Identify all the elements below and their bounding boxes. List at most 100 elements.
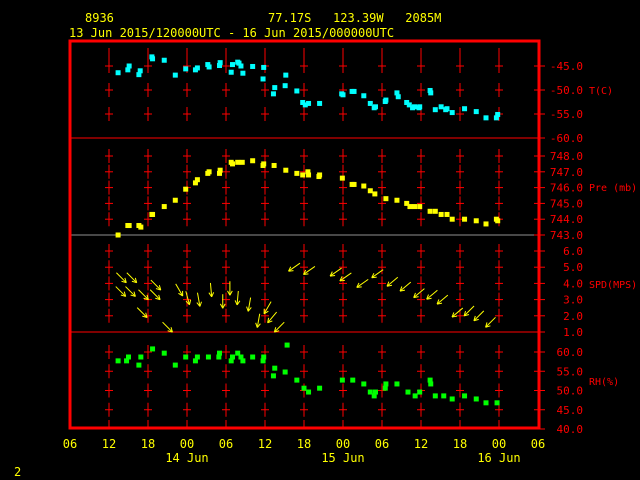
x-tick-label: 12	[414, 437, 428, 451]
wind-arrow-shaft	[473, 310, 485, 322]
pressure-point	[271, 162, 277, 168]
humidity-point	[115, 358, 121, 364]
wind-arrow	[255, 313, 261, 328]
wind-arrow-shaft	[116, 272, 127, 284]
y-tick-label: 744.0	[550, 213, 583, 226]
pressure-point	[462, 216, 468, 222]
wind-arrow	[436, 294, 449, 305]
y-tick-label: 3.0	[563, 294, 583, 307]
wind-arrow	[125, 286, 136, 297]
temperature-point	[373, 104, 378, 110]
temperature-point	[449, 110, 455, 116]
axis-unit-label: SPD(MPS)	[589, 280, 637, 291]
humidity-point	[240, 358, 246, 364]
humidity-point	[205, 354, 211, 360]
pressure-point	[316, 174, 322, 180]
temperature-point	[250, 63, 256, 69]
temperature-point	[317, 100, 323, 106]
axis-unit-label: T(C)	[589, 86, 613, 97]
pressure-point	[126, 223, 132, 229]
wind-arrow-shaft	[136, 307, 148, 318]
temperature-point	[260, 76, 266, 82]
wind-arrow	[371, 269, 384, 279]
meteogram: -45.0 -50.0 -55.0 -60.0 T(C) 748.0 747.0 746.0 7…	[63, 39, 637, 465]
wind-arrow	[473, 310, 485, 322]
temperature-point	[294, 88, 300, 94]
y-tick-label: -60.0	[550, 132, 583, 145]
y-tick-label: 747.0	[550, 166, 583, 179]
humidity-point	[138, 354, 144, 360]
temperature-point	[161, 57, 167, 63]
temperature-point	[217, 60, 223, 66]
humidity-point	[294, 377, 300, 383]
wind-arrow	[234, 290, 241, 306]
humidity-point	[483, 400, 489, 406]
humidity-point	[126, 354, 131, 360]
pressure-point	[495, 218, 501, 224]
humidity-point	[412, 393, 418, 399]
wind-arrow	[329, 267, 342, 277]
wind-arrow	[115, 286, 127, 297]
wind-arrow-shaft	[126, 272, 138, 284]
wind-arrow	[426, 289, 438, 300]
wind-arrow	[150, 279, 162, 291]
pressure-point	[230, 161, 235, 167]
x-tick-label: 12	[102, 437, 116, 451]
humidity-point	[282, 369, 288, 375]
temperature-point	[495, 111, 501, 117]
temperature-point	[340, 92, 346, 98]
temperature-point	[150, 56, 156, 62]
temperature-point	[270, 91, 276, 97]
humidity-point	[383, 381, 389, 387]
x-tick-label: 06	[531, 437, 545, 451]
humidity-point	[136, 362, 142, 368]
pressure-point	[217, 167, 223, 173]
wind-arrow	[288, 262, 301, 272]
humidity-point	[432, 393, 438, 399]
pressure-point	[150, 211, 156, 217]
temperature-point	[351, 88, 357, 94]
humidity-point	[172, 362, 178, 368]
wind-arrow	[116, 272, 127, 284]
temperature-point	[306, 100, 312, 106]
pressure-point	[306, 172, 312, 178]
temperature-point	[438, 104, 444, 110]
humidity-point	[250, 354, 256, 360]
y-tick-label: -55.0	[550, 108, 583, 121]
humidity-point	[183, 354, 189, 360]
wind-arrow	[413, 288, 425, 299]
wind-arrow-shaft	[138, 289, 149, 301]
wind-arrow	[485, 316, 496, 328]
y-tick-label: 5.0	[563, 261, 583, 274]
y-tick-label: 746.0	[550, 182, 583, 195]
pressure-point	[283, 167, 289, 173]
pressure-point	[483, 221, 489, 227]
humidity-point	[428, 381, 434, 387]
humidity-point	[284, 342, 290, 348]
wind-arrow-head	[199, 301, 202, 307]
wind-arrow-shaft	[150, 279, 162, 291]
wind-arrow	[219, 294, 226, 309]
x-tick-label: 12	[258, 437, 272, 451]
temperature-point	[136, 72, 142, 78]
wind-arrow-shaft	[149, 289, 161, 301]
wind-arrow	[136, 307, 148, 318]
temperature-point	[412, 104, 417, 110]
humidity-point	[301, 385, 307, 391]
wind-arrow-shaft	[125, 286, 136, 297]
temperature-point	[240, 70, 246, 76]
temperature-point	[444, 106, 450, 112]
humidity-point	[306, 389, 312, 395]
temperature-point	[115, 70, 121, 76]
y-tick-label: 55.0	[557, 365, 584, 378]
pressure-point	[161, 204, 167, 210]
wind-arrow	[246, 297, 252, 312]
humidity-point	[230, 354, 235, 360]
temperature-point	[417, 104, 423, 110]
humidity-point	[150, 346, 156, 352]
pressure-point	[261, 161, 267, 167]
humidity-point	[194, 354, 200, 360]
pressure-point	[383, 196, 389, 202]
pressure-point	[361, 183, 367, 189]
wind-arrow-head	[246, 306, 249, 312]
